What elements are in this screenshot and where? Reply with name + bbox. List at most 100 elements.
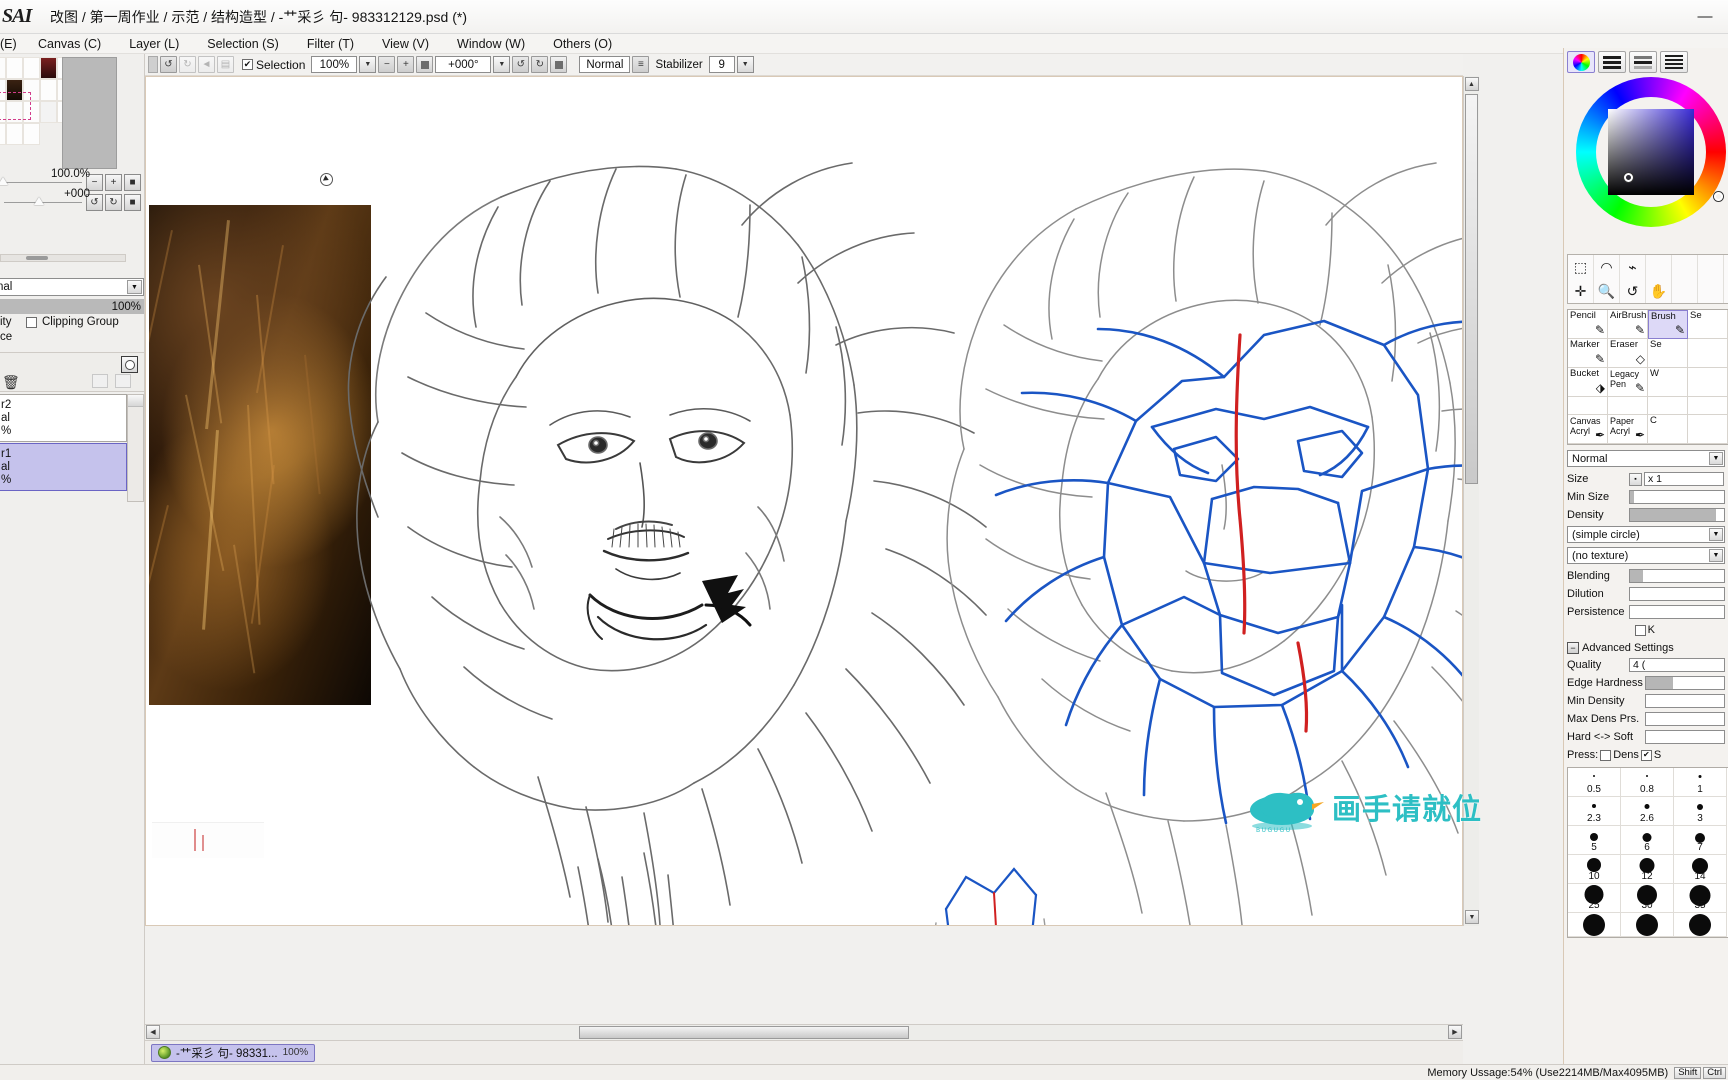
brush-blend-mode-combo[interactable]: Normal ▼	[1567, 450, 1725, 467]
brush-marker[interactable]: Marker✎	[1568, 339, 1608, 368]
brush-minsize-slider[interactable]	[1629, 490, 1725, 504]
thumbnail-item[interactable]	[40, 101, 57, 123]
rotate-icon[interactable]: ↺	[1620, 279, 1646, 303]
redo-button[interactable]: ↻	[179, 56, 196, 73]
canvas-viewport[interactable]	[145, 76, 1463, 926]
thumbnail-item[interactable]	[23, 123, 40, 145]
brush-texture-combo[interactable]: (no texture) ▼	[1567, 547, 1725, 564]
size-preset[interactable]	[1674, 913, 1727, 937]
brush-blank[interactable]	[1568, 397, 1608, 415]
brush-blend-mode-dropdown-icon[interactable]: ▼	[1709, 452, 1723, 465]
max-dens-prs-slider[interactable]	[1645, 712, 1725, 726]
size-preset[interactable]: 0.8	[1621, 768, 1674, 797]
merge-layer-icon[interactable]	[92, 374, 108, 388]
brush-water[interactable]: W	[1648, 368, 1688, 397]
canvas-hscroll-thumb[interactable]	[579, 1026, 909, 1039]
size-preset[interactable]: 5	[1568, 826, 1621, 855]
rotate-cw-button[interactable]: ↻	[531, 56, 548, 73]
zoom-dropdown-icon[interactable]: ▼	[359, 56, 376, 73]
menu-file[interactable]: (E)	[0, 34, 24, 54]
undo-button[interactable]: ↺	[160, 56, 177, 73]
navigator-hscroll-thumb[interactable]	[26, 256, 48, 260]
navigator-hscrollbar[interactable]	[0, 254, 126, 262]
saturation-value-square[interactable]	[1608, 109, 1694, 195]
brush-paper-acryl[interactable]: Paper Acryl✒	[1608, 415, 1648, 444]
navigator-rotate-reset-button[interactable]: ■	[124, 194, 141, 211]
swatches-tab[interactable]	[1660, 51, 1688, 73]
rotate-dropdown-icon[interactable]: ▼	[493, 56, 510, 73]
sv-selection-marker[interactable]	[1624, 173, 1633, 182]
keep-opacity-checkbox[interactable]	[1635, 625, 1646, 636]
menu-filter[interactable]: Filter (T)	[293, 34, 368, 54]
brush-blank[interactable]	[1688, 415, 1728, 444]
selection-toggle[interactable]: ✔ Selection	[242, 58, 305, 72]
brush-density-slider[interactable]	[1629, 508, 1725, 522]
navigator-rotate-slider[interactable]: +000	[4, 202, 82, 203]
hand-icon[interactable]: ✋	[1646, 279, 1672, 303]
brush-blank[interactable]	[1648, 397, 1688, 415]
delete-layer-icon[interactable]: 🗑	[2, 374, 20, 391]
canvas-scroll-left-arrow[interactable]: ◀	[146, 1025, 160, 1039]
size-preset[interactable]: 2.6	[1621, 797, 1674, 826]
menu-canvas[interactable]: Canvas (C)	[24, 34, 115, 54]
blank-tool-icon[interactable]	[1698, 255, 1724, 279]
brush-selpen[interactable]: Se	[1648, 339, 1688, 368]
rotate-field[interactable]: +000°	[435, 56, 491, 73]
brush-blank[interactable]	[1688, 397, 1728, 415]
color-wheel-tab[interactable]	[1567, 51, 1595, 73]
zoom-icon[interactable]: 🔍	[1594, 279, 1620, 303]
canvas-scroll-down-arrow[interactable]: ▼	[1465, 910, 1479, 924]
canvas-vertical-scrollbar[interactable]: ▲ ▼	[1463, 76, 1479, 926]
layer-list-scrollbar[interactable]	[127, 394, 144, 502]
size-preset[interactable]: 10	[1568, 855, 1621, 884]
layer-scroll-up-arrow[interactable]	[128, 395, 143, 407]
menu-layer[interactable]: Layer (L)	[115, 34, 193, 54]
lasso-select-icon[interactable]: ◠	[1594, 255, 1620, 279]
brush-blank[interactable]	[1608, 397, 1648, 415]
brush-select[interactable]: Se	[1688, 310, 1728, 339]
canvas-scroll-up-arrow[interactable]: ▲	[1465, 77, 1479, 91]
color-picker[interactable]	[1564, 75, 1728, 250]
size-preset[interactable]: 3	[1674, 797, 1727, 826]
menu-view[interactable]: View (V)	[368, 34, 443, 54]
size-preset[interactable]: 35	[1674, 884, 1727, 913]
navigator-preview[interactable]	[62, 57, 117, 169]
collapse-icon[interactable]: −	[1567, 642, 1579, 654]
pressure-size-checkbox[interactable]: ✔	[1641, 750, 1652, 761]
brush-size-unit-toggle[interactable]: ▪	[1629, 473, 1642, 486]
layer-mask-button[interactable]	[121, 356, 138, 373]
brush-size-value[interactable]: x 1	[1644, 472, 1724, 486]
size-preset[interactable]: 30	[1621, 884, 1674, 913]
blank-tool-icon[interactable]	[1672, 255, 1698, 279]
brush-dilution-slider[interactable]	[1629, 587, 1725, 601]
size-preset[interactable]: 12	[1621, 855, 1674, 884]
size-preset[interactable]	[1568, 913, 1621, 937]
move-icon[interactable]: ✛	[1568, 279, 1594, 303]
zoom-out-button[interactable]: −	[378, 56, 395, 73]
brush-blank[interactable]	[1688, 368, 1728, 397]
view-mode-box[interactable]: Normal	[579, 56, 630, 73]
quality-value[interactable]: 4 (	[1629, 658, 1725, 672]
hsv-sliders-tab[interactable]	[1629, 51, 1657, 73]
magic-wand-icon[interactable]: ⌁	[1620, 255, 1646, 279]
selection-checkbox[interactable]: ✔	[242, 59, 253, 70]
brush-airbrush[interactable]: AirBrush✎	[1608, 310, 1648, 339]
brush-eraser[interactable]: Eraser◇	[1608, 339, 1648, 368]
rect-select-icon[interactable]: ⬚	[1568, 255, 1594, 279]
layer-opacity-slider[interactable]: 100%	[0, 299, 145, 314]
size-preset[interactable]	[1621, 913, 1674, 937]
zoom-in-button[interactable]: +	[397, 56, 414, 73]
edge-hardness-slider[interactable]	[1645, 676, 1725, 690]
brush-acryl3[interactable]: C	[1648, 415, 1688, 444]
layer-blend-mode-dropdown-icon[interactable]: ▼	[127, 280, 142, 294]
stabilizer-value[interactable]: 9	[709, 56, 735, 73]
min-density-slider[interactable]	[1645, 694, 1725, 708]
thumbnail-item[interactable]	[40, 79, 57, 101]
size-preset[interactable]: 2.3	[1568, 797, 1621, 826]
brush-shape-combo[interactable]: (simple circle) ▼	[1567, 526, 1725, 543]
navigator-zoom-reset-button[interactable]: ■	[124, 174, 141, 191]
size-preset[interactable]: 1	[1674, 768, 1727, 797]
navigator-zoom-slider[interactable]: 100.0%	[4, 182, 82, 183]
brush-blank[interactable]	[1688, 339, 1728, 368]
size-preset[interactable]: 25	[1568, 884, 1621, 913]
